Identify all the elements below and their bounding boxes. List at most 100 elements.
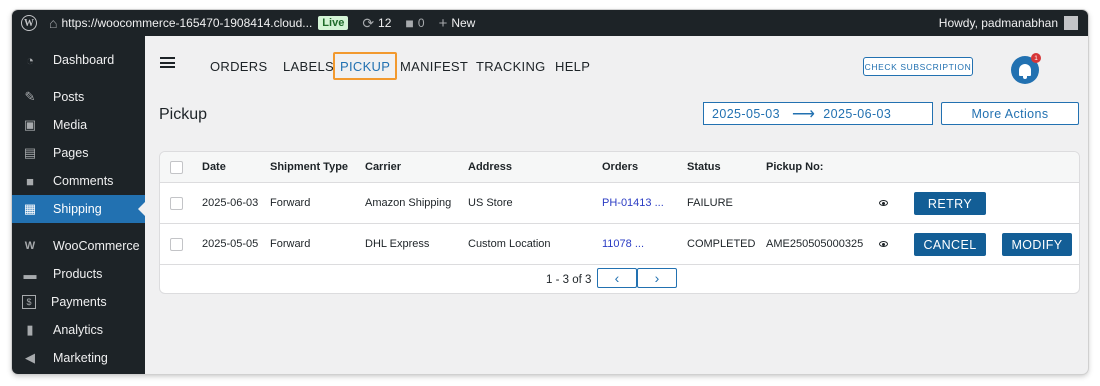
next-page-button[interactable]: › [637,268,677,288]
new-content-link[interactable]: + New [432,10,483,36]
view-eye-icon[interactable] [879,241,888,247]
column-header-status: Status [687,161,721,173]
megaphone-icon: ◀ [25,350,35,365]
comments-count: 0 [417,16,425,30]
date-to: 2025-06-03 [823,106,892,121]
sidebar-item-products[interactable]: ▬ Products [12,260,145,288]
hamburger-menu-icon[interactable] [160,57,175,68]
site-link[interactable]: ⌂ https://woocommerce-165470-1908414.clo… [42,10,355,36]
comment-icon: ■ [26,173,34,189]
sidebar-item-dashboard[interactable]: ◔ Dashboard [12,46,145,74]
column-header-shipment-type: Shipment Type [270,161,349,173]
cell-status: COMPLETED [687,238,756,250]
live-badge: Live [318,16,349,30]
comments-link[interactable]: ■ 0 [398,10,431,36]
home-icon: ⌂ [49,15,58,31]
dashboard-icon: ◔ [26,52,34,68]
sidebar-item-label: Pages [53,146,89,160]
sidebar-item-analytics[interactable]: ▮ Analytics [12,316,145,344]
sidebar-item-label: Shipping [53,202,102,216]
row-checkbox[interactable] [170,237,183,251]
previous-page-button[interactable]: ‹ [597,268,637,288]
cell-address: US Store [468,197,513,209]
row-checkbox[interactable] [170,196,183,210]
chevron-left-icon: ‹ [614,270,620,286]
tab-manifest[interactable]: MANIFEST [395,52,473,80]
sidebar-item-comments[interactable]: ■ Comments [12,167,145,195]
wordpress-logo-icon[interactable]: W [16,10,42,36]
pages-icon: ▤ [23,145,37,160]
shipping-icon: ▦ [23,201,37,216]
sidebar-item-woocommerce[interactable]: W WooCommerce [12,232,145,260]
site-url: https://woocommerce-165470-1908414.cloud… [61,16,313,30]
cell-date: 2025-06-03 [202,197,259,209]
retry-button[interactable]: RETRY [914,192,986,215]
cancel-button[interactable]: CANCEL [914,233,986,256]
order-link[interactable]: 11078 ... [602,224,644,264]
cell-carrier: DHL Express [365,238,430,250]
cell-carrier: Amazon Shipping [365,197,452,209]
sidebar-item-shipping[interactable]: ▦ Shipping [12,195,145,223]
tab-orders[interactable]: ORDERS [205,52,272,80]
sidebar-item-label: Media [53,118,88,132]
cell-address: Custom Location [468,238,551,250]
greeting: Howdy, padmanabhan [938,16,1058,30]
admin-sidebar: ◔ Dashboard ✎ Posts ▣ Media ▤ Pages ■ Co… [12,36,145,374]
sidebar-item-label: Dashboard [53,53,115,67]
table-row: 2025-05-05 Forward DHL Express Custom Lo… [160,224,1079,265]
plus-icon: + [438,14,448,32]
cell-status: FAILURE [687,197,733,209]
admin-bar: W ⌂ https://woocommerce-165470-1908414.c… [12,10,1088,36]
sidebar-item-label: WooCommerce [53,239,140,253]
table-row: 2025-06-03 Forward Amazon Shipping US St… [160,183,1079,224]
new-label: New [451,16,476,30]
cell-shipment-type: Forward [270,197,311,209]
column-header-carrier: Carrier [365,161,402,173]
page-title: Pickup [159,106,208,123]
modify-button[interactable]: MODIFY [1002,233,1072,256]
tab-tracking[interactable]: TRACKING [471,52,551,80]
column-header-date: Date [202,161,226,173]
my-account[interactable]: Howdy, padmanabhan [932,10,1088,36]
order-link[interactable]: PH-01413 ... [602,183,664,223]
notification-badge: 1 [1031,53,1041,63]
avatar [1064,16,1078,30]
sidebar-item-posts[interactable]: ✎ Posts [12,83,145,111]
tab-pickup[interactable]: PICKUP [333,52,398,80]
sidebar-item-payments[interactable]: $ Payments [12,288,145,316]
tab-help[interactable]: HELP [550,52,595,80]
sidebar-item-pages[interactable]: ▤ Pages [12,139,145,167]
cell-pickup-no: AME250505000325 [766,238,864,250]
updates-link[interactable]: ⟳ 12 [355,10,398,36]
cell-shipment-type: Forward [270,238,311,250]
refresh-icon: ⟳ [362,14,375,31]
more-actions-button[interactable]: More Actions [941,102,1079,125]
products-icon: ▬ [23,266,37,282]
sidebar-item-label: Products [53,267,103,281]
column-header-orders: Orders [602,161,639,173]
table-header: Date Shipment Type Carrier Address Order… [160,152,1079,183]
date-range-picker[interactable]: 2025-05-03 ⟶ 2025-06-03 [703,102,933,125]
tab-labels[interactable]: LABELS [278,52,339,80]
select-all-checkbox[interactable] [170,160,183,174]
sidebar-item-label: Marketing [53,351,108,365]
sidebar-item-marketing[interactable]: ◀ Marketing [12,344,145,372]
pin-icon: ✎ [24,89,36,104]
check-subscription-button[interactable]: CHECK SUBSCRIPTION [863,57,973,76]
payments-icon: $ [22,295,36,309]
updates-count: 12 [378,16,392,30]
sidebar-item-media[interactable]: ▣ Media [12,111,145,139]
analytics-icon: ▮ [26,322,34,337]
woocommerce-icon: W [24,240,36,252]
sidebar-item-label: Comments [53,174,114,188]
main-content: ORDERS LABELS PICKUP MANIFEST TRACKING H… [145,36,1088,374]
comment-bubble-icon: ■ [405,15,414,31]
column-header-address: Address [468,161,513,173]
sidebar-item-label: Analytics [53,323,104,337]
pickup-table: Date Shipment Type Carrier Address Order… [159,151,1080,294]
sidebar-item-label: Payments [51,295,107,309]
notification-bell-icon[interactable]: 1 [1011,53,1041,84]
browser-window: W ⌂ https://woocommerce-165470-1908414.c… [12,10,1088,374]
view-eye-icon[interactable] [879,200,888,206]
column-header-pickup-no: Pickup No: [766,161,824,173]
